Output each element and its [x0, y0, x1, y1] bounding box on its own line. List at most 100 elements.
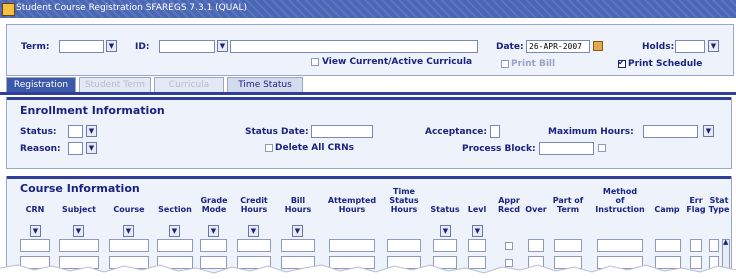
acceptance-field[interactable] [490, 125, 500, 138]
col-header-section: Section [158, 205, 192, 214]
tab-curricula[interactable]: Curricula [154, 77, 224, 92]
row1-stat-type-cell[interactable] [709, 239, 719, 252]
maximum-hours-label: Maximum Hours: [548, 127, 634, 137]
date-field[interactable]: 26-APR-2007 [526, 40, 590, 53]
print-bill-label: Print Bill [511, 59, 556, 69]
levl-lookup-button[interactable]: ▼ [472, 225, 483, 237]
chevron-down-icon: ▼ [108, 42, 115, 50]
id-label: ID: [135, 42, 150, 52]
col-header-crn: CRN [25, 205, 45, 214]
chevron-down-icon: ▼ [474, 227, 481, 235]
col-header-method-of-instruction: Method of Instruction [595, 187, 645, 214]
status-date-field[interactable] [311, 125, 373, 138]
date-label: Date: [496, 42, 524, 52]
row1-appr-recd-checkbox[interactable] [505, 242, 513, 250]
chevron-down-icon: ▼ [125, 227, 132, 235]
course-title: Course Information [20, 182, 140, 195]
chevron-down-icon: ▼ [710, 42, 717, 50]
enrollment-section: Enrollment Information Status: ▼ Reason:… [6, 97, 732, 169]
enrollment-top-bar [7, 97, 731, 100]
chevron-down-icon: ▼ [75, 227, 82, 235]
enrollment-title: Enrollment Information [20, 104, 165, 117]
maximum-hours-dropdown-button[interactable]: ▼ [703, 125, 714, 137]
chevron-down-icon: ▼ [171, 227, 178, 235]
arrow-up-icon[interactable]: ▲ [723, 238, 728, 246]
col-header-bill-hours: Bill Hours [284, 196, 312, 214]
calendar-icon[interactable] [593, 41, 603, 51]
status-field[interactable] [68, 125, 83, 138]
chevron-down-icon: ▼ [88, 127, 95, 135]
status-dropdown-button[interactable]: ▼ [86, 125, 97, 137]
tab-registration[interactable]: Registration [6, 77, 76, 92]
col-header-attempted-hours: Attempted Hours [327, 196, 377, 214]
course-lookup-button[interactable]: ▼ [123, 225, 134, 237]
crn-lookup-button[interactable]: ▼ [30, 225, 41, 237]
process-block-checkbox[interactable] [598, 144, 606, 152]
col-header-appr-recd: Appr Recd [497, 196, 521, 214]
row1-status-cell[interactable] [433, 239, 457, 252]
term-field[interactable] [59, 40, 104, 53]
process-block-label: Process Block: [462, 144, 536, 154]
status-date-label: Status Date: [245, 127, 309, 137]
row1-grade-mode-cell[interactable] [200, 239, 227, 252]
process-block-field[interactable] [539, 142, 594, 155]
row1-over-cell[interactable] [528, 239, 544, 252]
row1-credit-hours-cell[interactable] [237, 239, 271, 252]
row1-time-status-hours-cell[interactable] [387, 239, 421, 252]
row1-bill-hours-cell[interactable] [281, 239, 315, 252]
chevron-down-icon: ▼ [294, 227, 301, 235]
row1-camp-cell[interactable] [655, 239, 681, 252]
chevron-down-icon: ▼ [219, 42, 226, 50]
name-field[interactable] [230, 40, 478, 53]
reason-label: Reason: [20, 144, 61, 154]
chevron-down-icon: ▼ [705, 127, 712, 135]
title-bar: Student Course Registration SFAREGS 7.3.… [0, 0, 736, 18]
status-lookup-button[interactable]: ▼ [440, 225, 451, 237]
view-curricula-label: View Current/Active Curricula [322, 57, 473, 67]
print-schedule-checkbox[interactable] [618, 58, 626, 68]
torn-edge [0, 264, 736, 279]
grade-mode-lookup-button[interactable]: ▼ [208, 225, 219, 237]
row1-crn-cell[interactable] [20, 239, 50, 252]
holds-label: Holds: [642, 42, 675, 52]
reason-dropdown-button[interactable]: ▼ [86, 142, 97, 154]
tab-time-status[interactable]: Time Status [227, 77, 303, 92]
id-field[interactable] [159, 40, 215, 53]
app-icon [2, 3, 15, 16]
credit-hours-lookup-button[interactable]: ▼ [248, 225, 259, 237]
term-dropdown-button[interactable]: ▼ [106, 40, 117, 52]
row1-section-cell[interactable] [157, 239, 193, 252]
holds-dropdown-button[interactable]: ▼ [708, 40, 719, 52]
col-header-camp: Camp [654, 205, 680, 214]
view-curricula-checkbox[interactable] [311, 58, 319, 66]
holds-field[interactable] [675, 40, 705, 53]
row1-subject-cell[interactable] [59, 239, 99, 252]
id-dropdown-button[interactable]: ▼ [217, 40, 228, 52]
row1-part-of-term-cell[interactable] [554, 239, 582, 252]
col-header-grade-mode: Grade Mode [200, 196, 228, 214]
col-header-subject: Subject [62, 205, 96, 214]
row1-attempted-hours-cell[interactable] [329, 239, 375, 252]
col-header-levl: Levl [467, 205, 487, 214]
col-header-course: Course [113, 205, 145, 214]
reason-field[interactable] [68, 142, 83, 155]
section-lookup-button[interactable]: ▼ [169, 225, 180, 237]
row1-levl-cell[interactable] [468, 239, 486, 252]
bill-hours-lookup-button[interactable]: ▼ [292, 225, 303, 237]
chevron-down-icon: ▼ [210, 227, 217, 235]
print-bill-checkbox[interactable] [501, 60, 509, 68]
chevron-down-icon: ▼ [88, 144, 95, 152]
tab-student-term[interactable]: Student Term [79, 77, 151, 92]
col-header-stat-type: Stat Type [708, 196, 730, 214]
row1-course-cell[interactable] [109, 239, 149, 252]
window-title: Student Course Registration SFAREGS 7.3.… [16, 3, 248, 13]
row1-err-flag-cell[interactable] [690, 239, 702, 252]
delete-all-crns-checkbox[interactable] [265, 144, 273, 152]
col-header-time-status-hours: Time Status Hours [389, 187, 419, 214]
col-header-status: Status [430, 205, 460, 214]
col-header-err-flag: Err Flag [686, 196, 706, 214]
row1-method-cell[interactable] [597, 239, 643, 252]
subject-lookup-button[interactable]: ▼ [73, 225, 84, 237]
maximum-hours-field[interactable] [643, 125, 698, 138]
col-header-credit-hours: Credit Hours [240, 196, 268, 214]
